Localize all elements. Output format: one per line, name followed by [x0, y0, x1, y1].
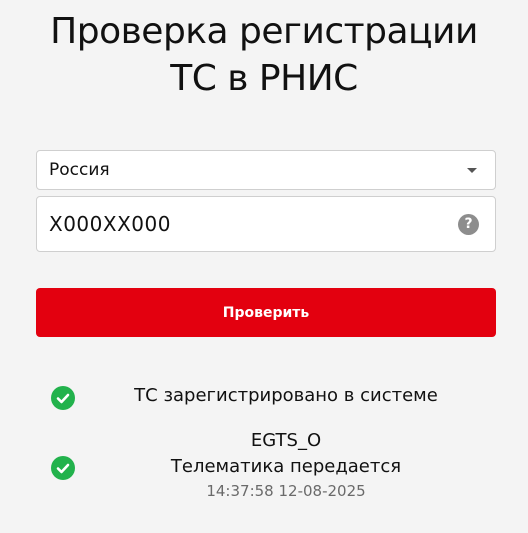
plate-number-input[interactable]	[49, 197, 449, 251]
telematics-status: Телематика передается	[170, 456, 402, 477]
result-telematics: EGTS_O Телематика передается 14:37:58 12…	[0, 428, 528, 508]
chevron-down-icon	[467, 168, 477, 173]
country-select-value: Россия	[49, 160, 110, 180]
page-title-line-1: Проверка регистрации	[50, 11, 478, 52]
country-select[interactable]: Россия	[36, 150, 496, 190]
question-icon[interactable]: ?	[458, 214, 479, 235]
result-registered: ТС зарегистрировано в системе	[0, 382, 528, 412]
telematics-protocol: EGTS_O	[250, 430, 322, 451]
telematics-timestamp: 14:37:58 12-08-2025	[206, 482, 366, 500]
plate-field[interactable]: ?	[36, 196, 496, 252]
check-button[interactable]: Проверить	[36, 288, 496, 337]
page-title-line-2: ТС в РНИС	[170, 58, 358, 99]
result-registered-text: ТС зарегистрировано в системе	[134, 385, 438, 406]
page-title: Проверка регистрации ТС в РНИС	[0, 8, 528, 102]
